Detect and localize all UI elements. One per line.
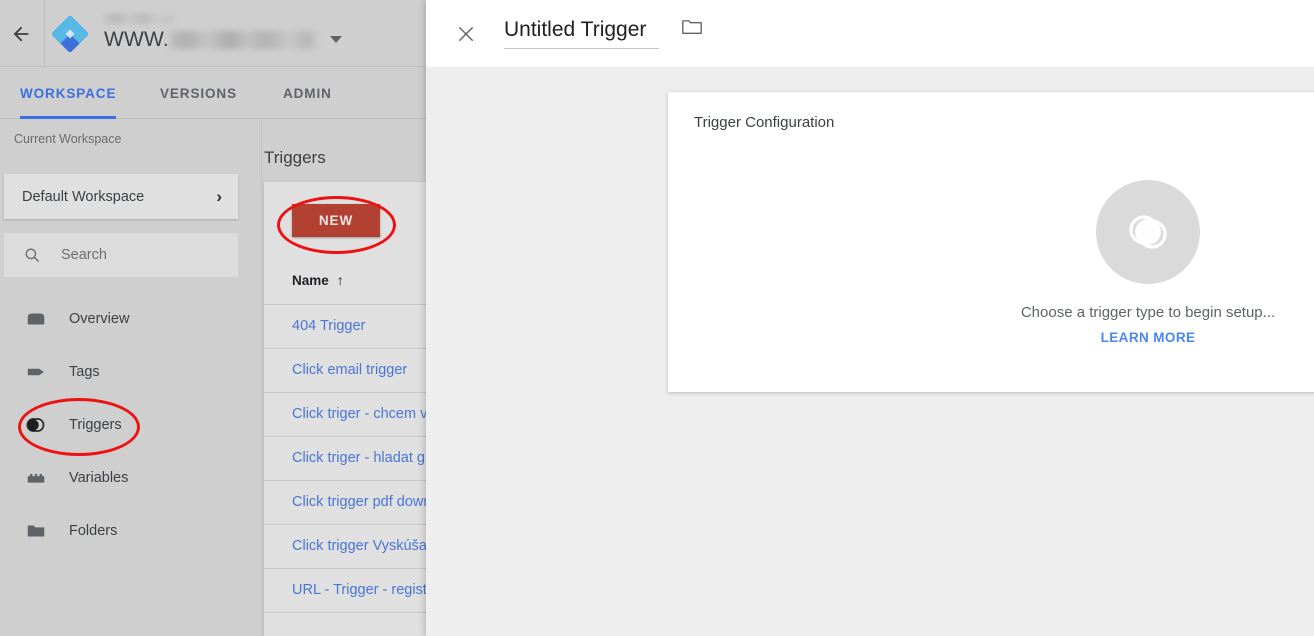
overview-icon: [24, 307, 48, 331]
header-divider: [44, 0, 45, 67]
trigger-name-link[interactable]: Click triger - chcem vy: [292, 406, 426, 422]
table-row[interactable]: Click triger - hladat gr: [264, 436, 426, 481]
folder-icon[interactable]: [681, 18, 703, 36]
search-input[interactable]: [59, 246, 213, 264]
tab-workspace[interactable]: WORKSPACE: [20, 67, 117, 119]
workspace-selector[interactable]: Default Workspace ›: [4, 174, 238, 219]
trigger-name-link[interactable]: Click triger - hladat gr: [292, 450, 426, 466]
trigger-configuration-card: Trigger Configuration Choose a trigger t…: [668, 92, 1314, 392]
trigger-name-link[interactable]: Click trigger pdf down: [292, 494, 426, 510]
trigger-icon: [24, 413, 48, 437]
sidebar-item-tags-label: Tags: [69, 364, 100, 380]
back-arrow-icon[interactable]: [5, 18, 37, 50]
chevron-right-icon: ›: [216, 187, 222, 206]
close-icon[interactable]: [452, 20, 480, 48]
tab-active-underline: [20, 116, 117, 119]
tab-workspace-label: WORKSPACE: [20, 85, 117, 101]
table-row[interactable]: Click email trigger: [264, 348, 426, 393]
sidebar-item-overview[interactable]: Overview: [0, 297, 262, 341]
container-domain-redacted: [169, 30, 318, 49]
chevron-down-icon[interactable]: [329, 36, 342, 43]
trigger-name-link[interactable]: 404 Trigger: [292, 318, 365, 334]
sidebar-item-folders[interactable]: Folders: [0, 509, 262, 553]
workspace-name: Default Workspace: [22, 188, 145, 205]
empty-state-text: Choose a trigger type to begin setup...: [1020, 304, 1276, 321]
trigger-name-link[interactable]: Click trigger Vyskúšat: [292, 538, 426, 554]
triggers-table-card: NEW Name ↑ 404 Trigger Click email trigg…: [264, 182, 426, 636]
tag-icon: [24, 360, 48, 384]
search-icon: [23, 246, 41, 264]
modal-title-wrap: Untitled Trigger: [504, 18, 703, 49]
sidebar-item-triggers-label: Triggers: [69, 417, 122, 433]
sidebar: Current Workspace Default Workspace › Ov…: [0, 120, 262, 636]
sidebar-item-tags[interactable]: Tags: [0, 350, 262, 394]
sidebar-item-variables[interactable]: Variables: [0, 456, 262, 500]
variables-icon: [24, 466, 48, 490]
empty-state: Choose a trigger type to begin setup... …: [998, 180, 1298, 345]
table-header-row: Name ↑: [264, 256, 426, 305]
trigger-configuration-title: Trigger Configuration: [694, 114, 835, 131]
sidebar-item-triggers[interactable]: Triggers: [0, 403, 262, 447]
trigger-name-link[interactable]: URL - Trigger - registra: [292, 582, 426, 598]
trigger-name-input[interactable]: Untitled Trigger: [504, 18, 659, 49]
sidebar-item-folders-label: Folders: [69, 523, 118, 539]
table-row[interactable]: URL - Trigger - registra: [264, 568, 426, 613]
trigger-name-link[interactable]: Click email trigger: [292, 362, 407, 378]
sort-ascending-icon: ↑: [336, 272, 344, 288]
table-row[interactable]: Click trigger Vyskúšat: [264, 524, 426, 569]
trigger-editor-modal: Untitled Trigger Trigger Configuration C…: [426, 0, 1314, 636]
container-name-prefix: WWW.: [104, 28, 169, 51]
folder-icon: [24, 519, 48, 543]
modal-header: Untitled Trigger: [426, 0, 1314, 67]
new-button[interactable]: NEW: [292, 204, 380, 237]
learn-more-link[interactable]: LEARN MORE: [1101, 330, 1196, 345]
trigger-type-icon: [1096, 180, 1200, 284]
tab-admin-label: ADMIN: [283, 85, 332, 101]
column-header-name-label: Name: [292, 272, 329, 288]
tab-admin[interactable]: ADMIN: [283, 67, 332, 119]
table-row[interactable]: Click trigger pdf down: [264, 480, 426, 525]
column-header-name[interactable]: Name ↑: [292, 272, 344, 288]
container-selector[interactable]: WWW.: [104, 29, 342, 50]
sidebar-item-overview-label: Overview: [69, 311, 130, 327]
table-row[interactable]: 404 Trigger: [264, 304, 426, 349]
search-box[interactable]: [4, 233, 238, 277]
tab-versions-label: VERSIONS: [160, 85, 237, 101]
current-workspace-label: Current Workspace: [14, 132, 122, 146]
google-tag-manager-logo: [50, 14, 90, 54]
account-name-redacted: [104, 13, 174, 24]
tab-versions[interactable]: VERSIONS: [160, 67, 237, 119]
page-title: Triggers: [264, 148, 326, 167]
table-row[interactable]: Click triger - chcem vy: [264, 392, 426, 437]
triggers-list-panel: Triggers NEW Name ↑ 404 Trigger Click em…: [262, 120, 426, 636]
sidebar-item-variables-label: Variables: [69, 470, 129, 486]
